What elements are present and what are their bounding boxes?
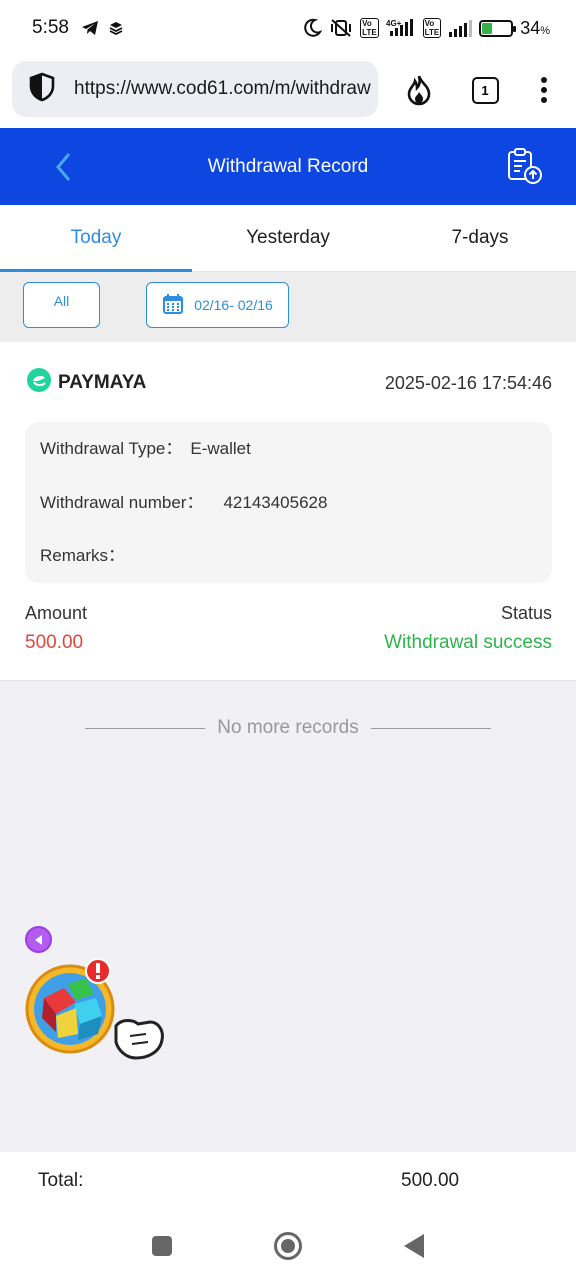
more-menu-icon[interactable] bbox=[532, 70, 556, 110]
fire-icon[interactable] bbox=[400, 70, 438, 110]
battery-unit: % bbox=[540, 24, 550, 37]
date-range-button[interactable]: 02/16- 02/16 bbox=[146, 282, 289, 328]
no-more-records-text: No more records bbox=[217, 717, 359, 738]
page: 5:58 Vo LTE 4G+ Vo LTE 34% https://www.c… bbox=[0, 0, 576, 1280]
total-label: Total: bbox=[38, 1170, 84, 1191]
filter-type-button[interactable]: All bbox=[23, 282, 100, 328]
browser-bar: https://www.cod61.com/m/withdraw 1 bbox=[0, 56, 576, 128]
date-range-text[interactable]: 02/16- 02/16 bbox=[194, 297, 273, 313]
tab-7-days[interactable]: 7-days bbox=[384, 205, 576, 271]
telegram-icon bbox=[81, 20, 99, 36]
record-details: Withdrawal Type： E-wallet Withdrawal numb… bbox=[25, 422, 552, 583]
period-tabs: Today Yesterday 7-days bbox=[0, 205, 576, 272]
withdrawal-number-label: Withdrawal number： bbox=[40, 492, 204, 512]
back-button[interactable] bbox=[396, 1228, 432, 1264]
no-more-records: No more records bbox=[85, 714, 491, 742]
paymaya-icon bbox=[26, 367, 52, 399]
calendar-icon bbox=[162, 293, 184, 318]
layers-icon bbox=[109, 21, 123, 35]
game-promo-widget[interactable] bbox=[24, 958, 166, 1066]
provider-logo: PAYMAYA bbox=[26, 367, 146, 399]
volte-icon-2: Vo LTE bbox=[422, 18, 442, 38]
recents-button[interactable] bbox=[144, 1228, 180, 1264]
clipboard-upload-icon[interactable] bbox=[504, 146, 544, 186]
signal-4g-icon: 4G+ bbox=[386, 18, 416, 38]
tabs-button[interactable]: 1 bbox=[467, 70, 503, 110]
battery-icon bbox=[479, 19, 517, 37]
amount-value: 500.00 bbox=[25, 632, 84, 653]
status-value: Withdrawal success bbox=[384, 632, 552, 653]
total-value: 500.00 bbox=[401, 1170, 460, 1191]
record-datetime: 2025-02-16 17:54:46 bbox=[384, 372, 552, 393]
vibrate-off-icon bbox=[329, 18, 353, 38]
system-nav-bar bbox=[0, 1210, 576, 1280]
status-label: Status bbox=[500, 602, 552, 623]
home-button[interactable] bbox=[270, 1228, 306, 1264]
page-title: Withdrawal Record bbox=[207, 155, 369, 177]
tab-count[interactable]: 1 bbox=[471, 76, 499, 104]
url-bar[interactable]: https://www.cod61.com/m/withdraw bbox=[12, 61, 378, 117]
amount-label: Amount bbox=[25, 602, 88, 623]
withdrawal-number-value: 42143405628 bbox=[223, 492, 328, 512]
moon-icon bbox=[302, 18, 323, 38]
withdrawal-record-card: PAYMAYA 2025-02-16 17:54:46 Withdrawal T… bbox=[0, 342, 576, 681]
total-bar: Total: 500.00 bbox=[0, 1152, 576, 1210]
battery-percent: 34 bbox=[520, 17, 541, 38]
remarks-row: Remarks： bbox=[40, 543, 537, 597]
withdrawal-number-row: Withdrawal number： 42143405628 bbox=[40, 490, 537, 544]
remarks-label: Remarks： bbox=[40, 546, 126, 565]
app-header: Withdrawal Record bbox=[0, 128, 576, 205]
svg-text:4G+: 4G+ bbox=[386, 19, 402, 28]
status-bar: 5:58 Vo LTE 4G+ Vo LTE 34% bbox=[0, 0, 576, 56]
volte-icon: Vo LTE bbox=[360, 18, 379, 38]
withdrawal-type-value: E-wallet bbox=[190, 439, 251, 458]
withdrawal-type-label: Withdrawal Type： bbox=[40, 439, 183, 458]
divider-left bbox=[85, 727, 206, 729]
url-text[interactable]: https://www.cod61.com/m/withdraw bbox=[74, 78, 371, 100]
provider-name: PAYMAYA bbox=[58, 372, 147, 393]
divider-right bbox=[370, 727, 491, 729]
battery-fill bbox=[482, 22, 493, 34]
status-time: 5:58 bbox=[32, 17, 69, 38]
collapse-arrow-icon[interactable] bbox=[25, 926, 52, 953]
shield-icon[interactable] bbox=[26, 71, 58, 108]
back-arrow-icon[interactable] bbox=[50, 150, 78, 184]
withdrawal-type-row: Withdrawal Type： E-wallet bbox=[40, 436, 537, 490]
tab-yesterday[interactable]: Yesterday bbox=[192, 205, 384, 271]
filter-bar: All 02/16- 02/16 bbox=[0, 272, 576, 342]
signal-icon bbox=[448, 19, 473, 37]
tab-today[interactable]: Today bbox=[0, 205, 192, 272]
